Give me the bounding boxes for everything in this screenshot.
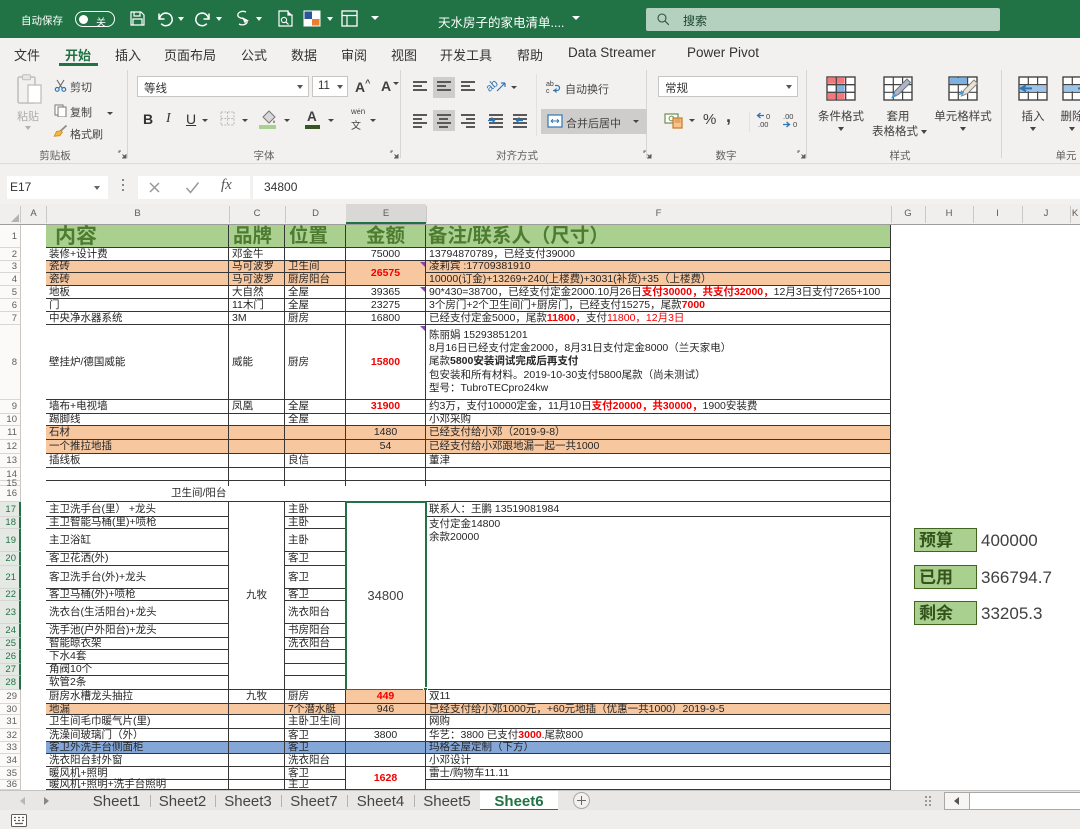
svg-text:0: 0 (793, 120, 797, 128)
svg-text:.00: .00 (758, 120, 768, 128)
svg-text:ab: ab (546, 81, 554, 88)
svg-text:c: c (546, 88, 550, 94)
svg-text:.00: .00 (783, 112, 793, 121)
